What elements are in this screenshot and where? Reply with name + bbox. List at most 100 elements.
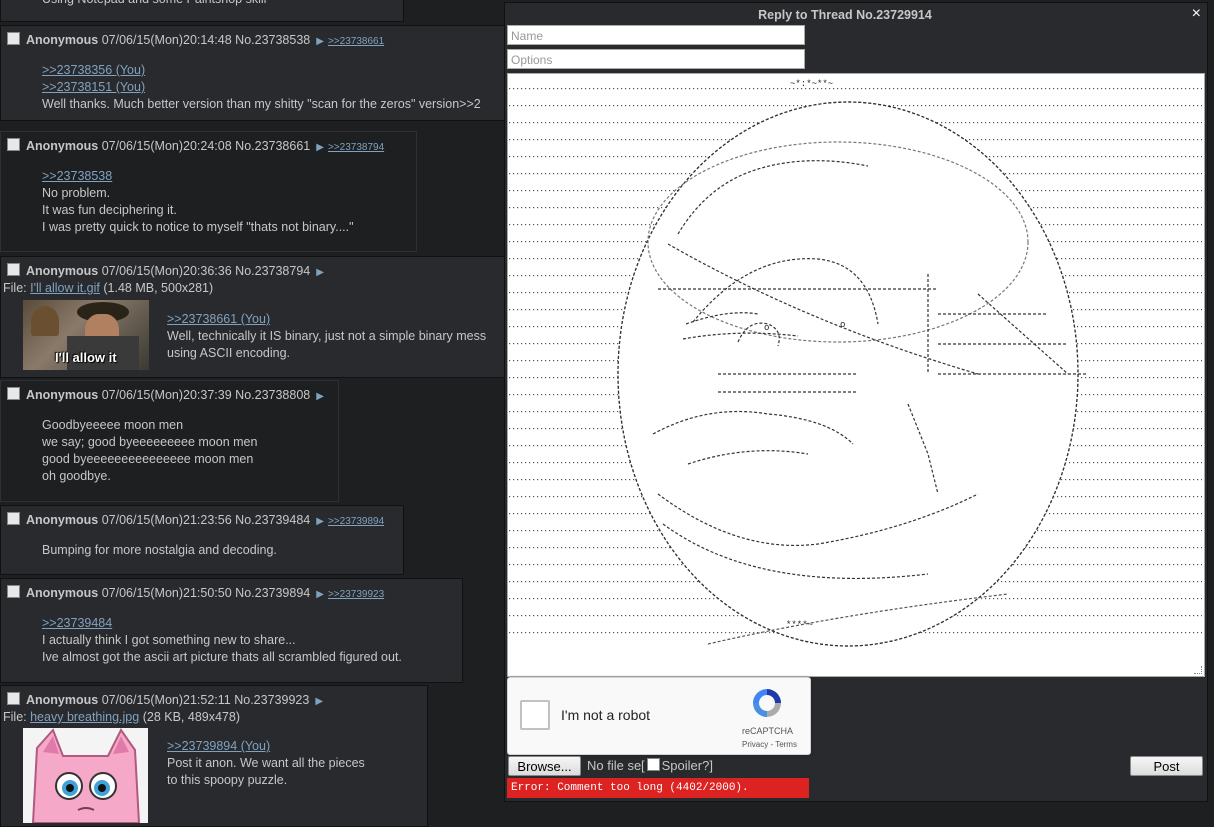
post-text: we say; good byeeeeeeeee moon men — [42, 435, 258, 449]
quote-link[interactable]: >>23739894 (You) — [167, 739, 270, 753]
poster-name: Anonymous — [26, 693, 99, 707]
post-number[interactable]: No.23738538 — [235, 33, 310, 47]
post-text: using ASCII encoding. — [167, 346, 290, 360]
post-body: >>23738538 No problem. It was fun deciph… — [42, 168, 354, 236]
post-datetime: 07/06/15(Mon)21:50:50 — [101, 586, 232, 600]
svg-text:****~: ****~ — [786, 620, 813, 630]
post-header: Anonymous 07/06/15(Mon)20:14:48 No.23738… — [7, 32, 384, 47]
backlink[interactable]: >>23739894 — [328, 516, 384, 527]
post-text: Post it anon. We want all the pieces — [167, 756, 365, 770]
menu-arrow-icon[interactable]: ▶ — [316, 516, 324, 527]
backlink[interactable]: >>23738794 — [328, 142, 384, 153]
recaptcha-brand: reCAPTCHA — [742, 726, 794, 736]
post-datetime: 07/06/15(Mon)20:36:36 — [101, 264, 232, 278]
quote-link[interactable]: >>23738661 (You) — [167, 312, 270, 326]
post-number[interactable]: No.23738794 — [235, 264, 310, 278]
svg-text:~*:*~**~: ~*:*~**~ — [790, 79, 833, 89]
quote-link[interactable]: >>23738538 — [42, 169, 112, 183]
post-text: Bumping for more nostalgia and decoding. — [42, 543, 277, 557]
post-datetime: 07/06/15(Mon)21:23:56 — [101, 513, 232, 527]
spoiler-option: [Spoiler?] — [641, 758, 713, 773]
comment-textarea[interactable]: ~*:*~**~ o o ****~ — [507, 73, 1205, 677]
post-checkbox[interactable] — [7, 32, 20, 45]
backlink[interactable]: >>23739923 — [328, 589, 384, 600]
post-text: to this spoopy puzzle. — [167, 773, 288, 787]
file-meta: (1.48 MB, 500x281) — [103, 281, 214, 295]
post-text: It was fun deciphering it. — [42, 203, 177, 217]
recaptcha-links[interactable]: Privacy - Terms — [742, 740, 797, 749]
post-text: I was pretty quick to notice to myself "… — [42, 220, 354, 234]
thumbnail-image[interactable]: I'll allow it — [23, 300, 149, 370]
backlink[interactable]: >>23738661 — [328, 36, 384, 47]
menu-arrow-icon[interactable]: ▶ — [316, 589, 324, 600]
error-message: Error: Comment too long (4402/2000). — [507, 778, 809, 798]
post-checkbox[interactable] — [7, 692, 20, 705]
file-link[interactable]: heavy breathing.jpg — [30, 710, 139, 724]
post-header: Anonymous 07/06/15(Mon)20:36:36 No.23738… — [7, 263, 328, 278]
thumbnail-image[interactable] — [23, 728, 148, 823]
post-checkbox[interactable] — [7, 387, 20, 400]
captcha-checkbox[interactable] — [520, 700, 550, 730]
menu-arrow-icon[interactable]: ▶ — [316, 36, 324, 47]
post-number[interactable]: No.23739484 — [235, 513, 310, 527]
post-checkbox[interactable] — [7, 138, 20, 151]
menu-arrow-icon[interactable]: ▶ — [316, 142, 324, 153]
post-text: Well, technically it IS binary, just not… — [167, 329, 487, 343]
reply-title[interactable]: Reply to Thread No.23729914 — [505, 8, 1185, 22]
post-checkbox[interactable] — [7, 512, 20, 525]
post-number[interactable]: No.23738661 — [235, 139, 310, 153]
post-checkbox[interactable] — [7, 263, 20, 276]
file-link[interactable]: I'll allow it.gif — [30, 281, 100, 295]
post-text: good byeeeeeeeeeeeeeee moon men — [42, 452, 254, 466]
post-text: Goodbyeeeee moon men — [42, 418, 184, 432]
post-text: No problem. — [42, 186, 111, 200]
recaptcha-widget: I'm not a robot reCAPTCHA Privacy - Term… — [507, 677, 811, 755]
poster-name: Anonymous — [26, 33, 99, 47]
post-button[interactable]: Post — [1130, 756, 1203, 776]
post-datetime: 07/06/15(Mon)20:37:39 — [101, 388, 232, 402]
post-header: Anonymous 07/06/15(Mon)21:50:50 No.23739… — [7, 585, 384, 600]
browse-button[interactable]: Browse... — [508, 756, 581, 776]
file-label: File: — [3, 710, 27, 724]
quote-link[interactable]: >>23738356 (You) — [42, 63, 145, 77]
post-checkbox[interactable] — [7, 585, 20, 598]
post-datetime: 07/06/15(Mon)21:52:11 — [101, 693, 231, 707]
quick-reply-window: Reply to Thread No.23729914 × Name Optio… — [504, 2, 1208, 802]
poster-name: Anonymous — [26, 388, 99, 402]
post-header: Anonymous 07/06/15(Mon)21:52:11 No.23739… — [7, 692, 327, 707]
name-field[interactable]: Name — [507, 25, 805, 45]
post-body: >>23739894 (You) Post it anon. We want a… — [167, 738, 365, 789]
poster-name: Anonymous — [26, 513, 99, 527]
post-body: >>23738661 (You) Well, technically it IS… — [167, 311, 486, 362]
menu-arrow-icon[interactable]: ▶ — [316, 267, 324, 278]
post-text: Using Notepad and some Paintshop skill — [42, 0, 266, 8]
post-text: oh goodbye. — [42, 469, 111, 483]
file-meta: (28 KB, 489x478) — [142, 710, 240, 724]
file-info: File: heavy breathing.jpg (28 KB, 489x47… — [3, 710, 240, 724]
post: Anonymous 07/06/15(Mon)20:24:08 No.23738… — [0, 131, 417, 252]
post-body: Bumping for more nostalgia and decoding. — [42, 542, 277, 559]
post-datetime: 07/06/15(Mon)20:24:08 — [101, 139, 232, 153]
post-number[interactable]: No.23739923 — [234, 693, 309, 707]
post-number[interactable]: No.23739894 — [235, 586, 310, 600]
options-field[interactable]: Options — [507, 49, 805, 69]
menu-arrow-icon[interactable]: ▶ — [315, 696, 323, 707]
post-body: Goodbyeeeee moon men we say; good byeeee… — [42, 417, 257, 485]
menu-arrow-icon[interactable]: ▶ — [316, 391, 324, 402]
post-header: Anonymous 07/06/15(Mon)20:37:39 No.23738… — [7, 387, 328, 402]
svg-text:o: o — [764, 323, 769, 333]
partial-post: Using Notepad and some Paintshop skill — [0, 0, 404, 22]
post: Anonymous 07/06/15(Mon)20:14:48 No.23738… — [0, 25, 521, 121]
thumbnail-caption: I'll allow it — [55, 350, 117, 365]
close-icon[interactable]: × — [1192, 6, 1201, 22]
quote-link[interactable]: >>23739484 — [42, 616, 112, 630]
poster-name: Anonymous — [26, 586, 99, 600]
post-number[interactable]: No.23738808 — [235, 388, 310, 402]
post: Anonymous 07/06/15(Mon)21:23:56 No.23739… — [0, 505, 404, 575]
quote-link[interactable]: >>23738151 (You) — [42, 80, 145, 94]
spoiler-checkbox[interactable] — [646, 758, 660, 771]
poster-name: Anonymous — [26, 264, 99, 278]
resize-handle-icon[interactable] — [1194, 666, 1202, 674]
post-header: Anonymous 07/06/15(Mon)20:24:08 No.23738… — [7, 138, 384, 153]
post-header: Anonymous 07/06/15(Mon)21:23:56 No.23739… — [7, 512, 384, 527]
